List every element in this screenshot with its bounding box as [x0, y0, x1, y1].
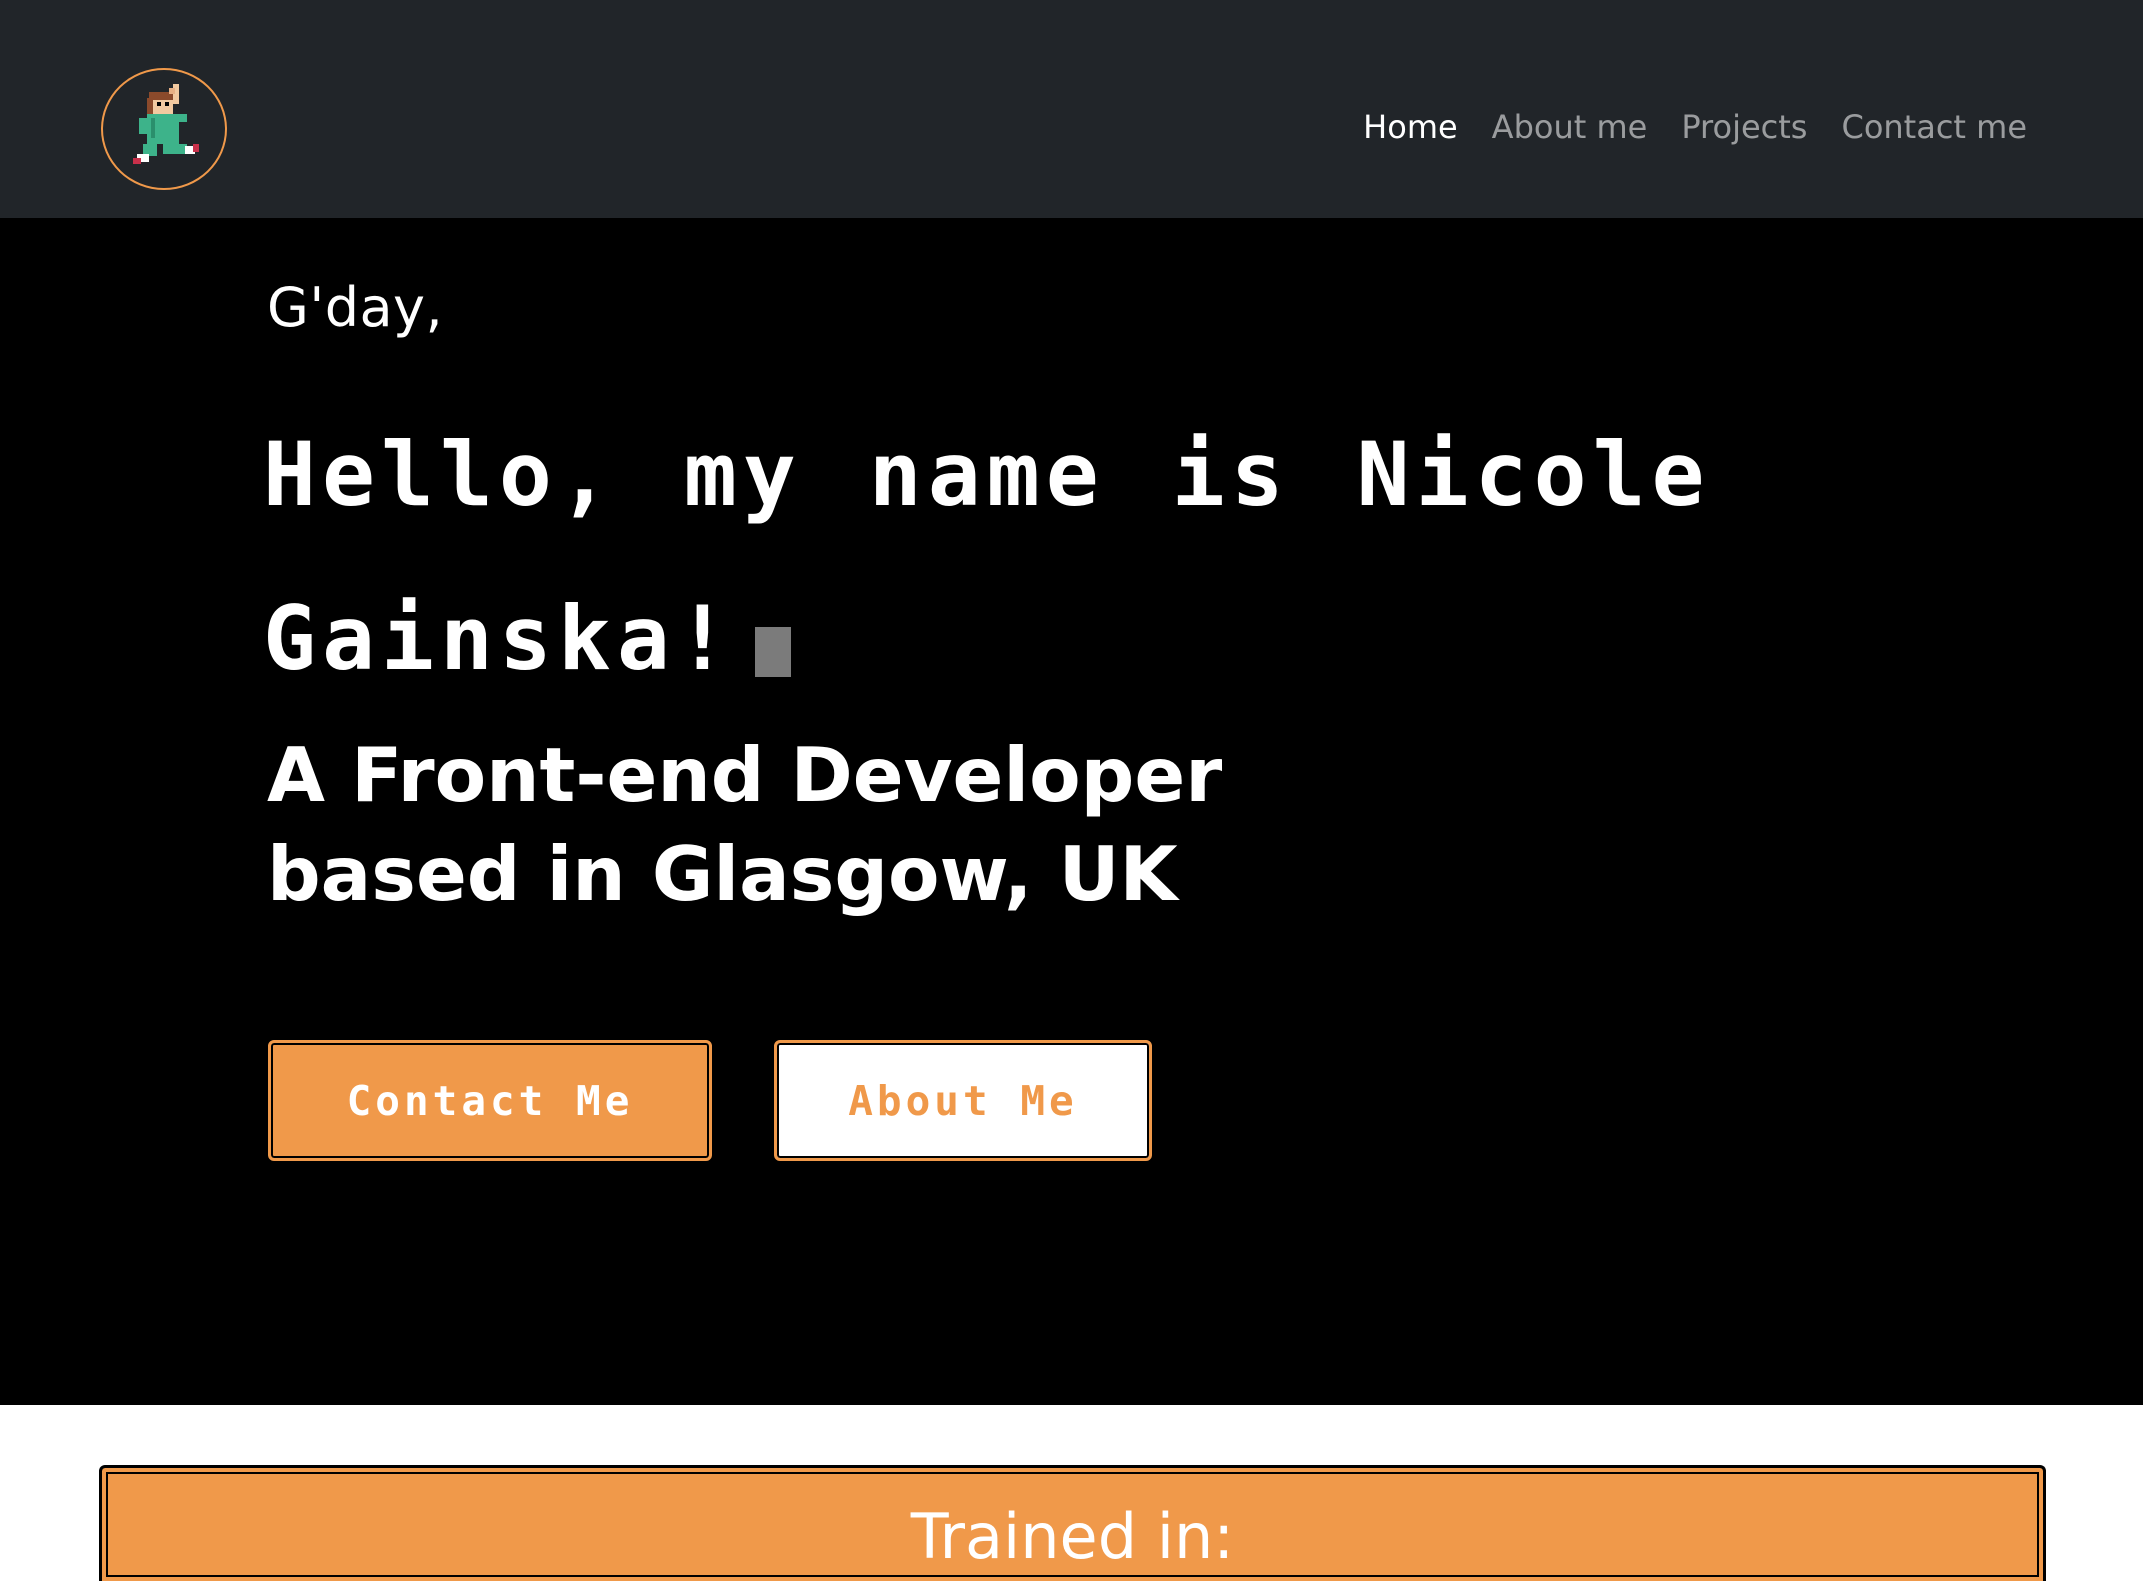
- hero-headline: Hello, my name is Nicole Gainska!: [263, 393, 1863, 721]
- nav-link-home[interactable]: Home: [1346, 108, 1475, 146]
- nav-link-contact-me[interactable]: Contact me: [1824, 108, 2027, 146]
- headline-text: Hello, my name is Nicole Gainska!: [263, 423, 1711, 690]
- about-me-button[interactable]: About Me: [774, 1040, 1152, 1161]
- trained-in-title: Trained in:: [910, 1500, 1235, 1573]
- nav-link-projects[interactable]: Projects: [1664, 108, 1824, 146]
- hero-tagline: A Front-end Developer based in Glasgow, …: [267, 726, 1222, 924]
- nav-link-about-me[interactable]: About me: [1475, 108, 1665, 146]
- main-nav: Home About me Projects Contact me: [1346, 108, 2027, 146]
- hero-section: G'day, Hello, my name is Nicole Gainska!…: [0, 218, 2143, 1405]
- navbar: Home About me Projects Contact me: [0, 0, 2143, 218]
- pixel-character-icon: [133, 84, 199, 164]
- contact-me-button[interactable]: Contact Me: [268, 1040, 712, 1161]
- logo-avatar[interactable]: [101, 68, 227, 190]
- typing-cursor: [754, 627, 791, 677]
- tagline-line-1: A Front-end Developer: [267, 731, 1223, 819]
- tagline-line-2: based in Glasgow, UK: [267, 830, 1178, 918]
- greeting-text: G'day,: [267, 276, 444, 339]
- trained-in-section: Trained in:: [99, 1465, 2046, 1581]
